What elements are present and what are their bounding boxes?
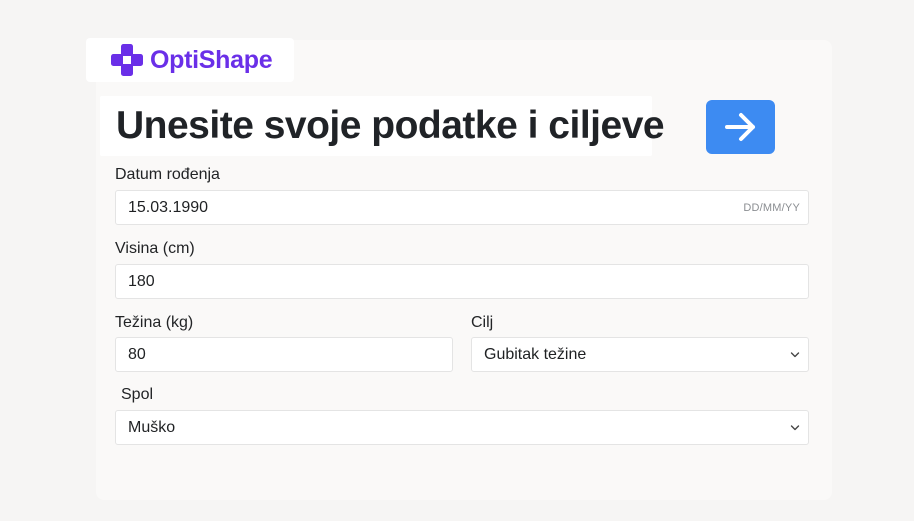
page: OptiShape Unesite svoje podatke i ciljev… (0, 0, 914, 521)
gender-select[interactable]: Muško (115, 410, 809, 445)
birthdate-value: 15.03.1990 (128, 198, 209, 216)
birthdate-label: Datum rođenja (115, 166, 220, 183)
goal-select[interactable]: Gubitak težine (471, 337, 809, 372)
weight-value: 80 (128, 345, 146, 363)
birthdate-field[interactable]: 15.03.1990 DD/MM/YY (115, 190, 809, 225)
brand-logo: OptiShape (86, 38, 294, 82)
gender-label: Spol (121, 386, 154, 403)
page-title: Unesite svoje podatke i ciljeve (116, 104, 665, 147)
chevron-down-icon (790, 425, 800, 431)
height-value: 180 (128, 272, 155, 290)
weight-label: Težina (kg) (115, 314, 194, 331)
weight-field[interactable]: 80 (115, 337, 453, 372)
plus-cross-icon (111, 44, 143, 76)
next-button[interactable] (706, 100, 775, 154)
date-format-hint: DD/MM/YY (743, 202, 800, 214)
goal-value: Gubitak težine (484, 345, 587, 363)
chevron-down-icon (790, 352, 800, 358)
goal-label: Cilj (471, 314, 494, 331)
height-label: Visina (cm) (115, 240, 195, 257)
height-field[interactable]: 180 (115, 264, 809, 299)
arrow-right-icon (724, 113, 755, 141)
gender-value: Muško (128, 418, 176, 436)
brand-name: OptiShape (150, 45, 273, 74)
